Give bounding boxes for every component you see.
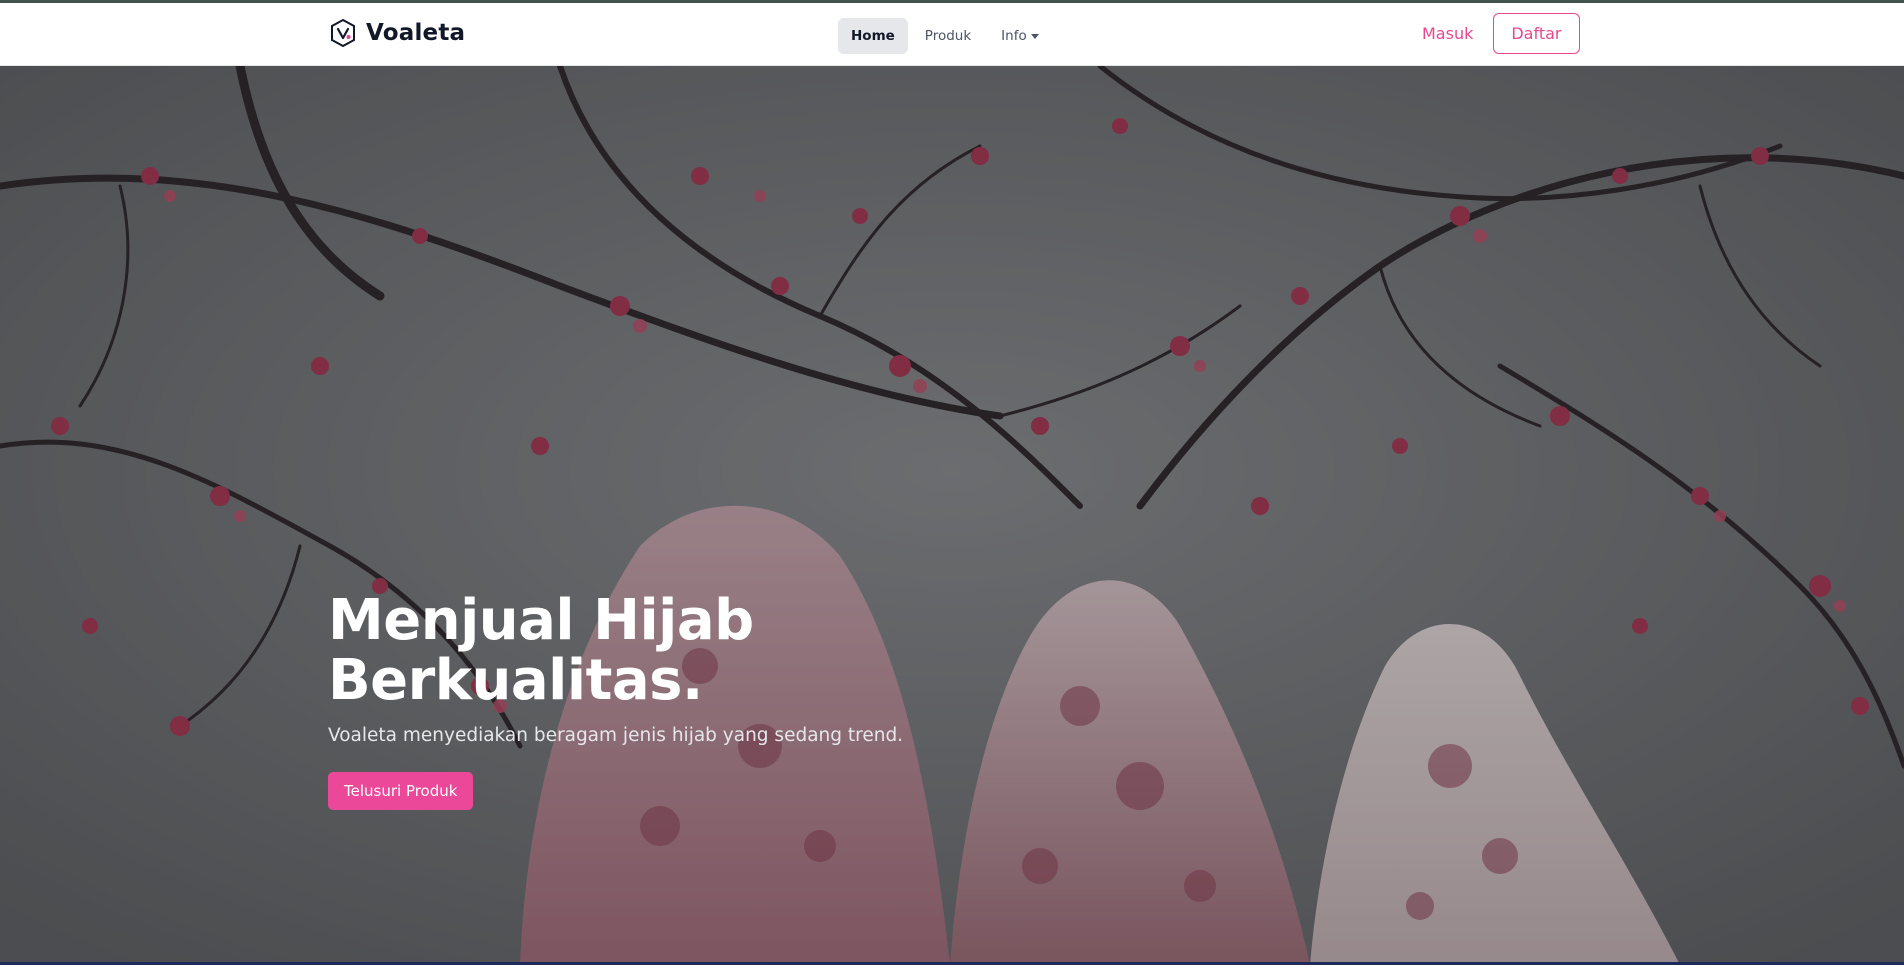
nav-item-produk[interactable]: Produk bbox=[912, 18, 984, 54]
hero-title-line-1: Menjual Hijab bbox=[328, 588, 754, 653]
nav-item-info[interactable]: Info bbox=[988, 18, 1052, 54]
nav-item-home[interactable]: Home bbox=[838, 18, 908, 54]
brand-name: Voaleta bbox=[366, 20, 466, 46]
caret-down-icon bbox=[1030, 34, 1039, 39]
hero-subtitle: Voaleta menyediakan beragam jenis hijab … bbox=[328, 725, 904, 746]
hero-title: Menjual Hijab Berkualitas. bbox=[328, 591, 1228, 711]
nav-item-home-label: Home bbox=[851, 28, 895, 44]
brand-link[interactable]: Voaleta bbox=[328, 18, 465, 48]
login-link[interactable]: Masuk bbox=[1420, 16, 1475, 51]
main-nav: Home Produk Info bbox=[838, 18, 1052, 54]
hexagon-v-logo-icon bbox=[331, 18, 355, 48]
hero-overlay bbox=[0, 66, 1904, 965]
auth-actions: Masuk Daftar bbox=[1420, 13, 1580, 54]
browse-products-button[interactable]: Telusuri Produk bbox=[328, 772, 474, 810]
nav-item-produk-label: Produk bbox=[924, 28, 972, 44]
navbar: Voaleta Home Produk Info Masuk Daftar bbox=[0, 3, 1904, 66]
page: Voaleta Home Produk Info Masuk Daftar Me… bbox=[0, 0, 1904, 965]
hero-content: Menjual Hijab Berkualitas. Voaleta menye… bbox=[328, 591, 1228, 810]
hero-section: Menjual Hijab Berkualitas. Voaleta menye… bbox=[0, 66, 1904, 965]
hero-title-line-2: Berkualitas. bbox=[328, 648, 703, 713]
signup-button[interactable]: Daftar bbox=[1493, 13, 1580, 54]
nav-item-info-label: Info bbox=[1001, 28, 1027, 44]
